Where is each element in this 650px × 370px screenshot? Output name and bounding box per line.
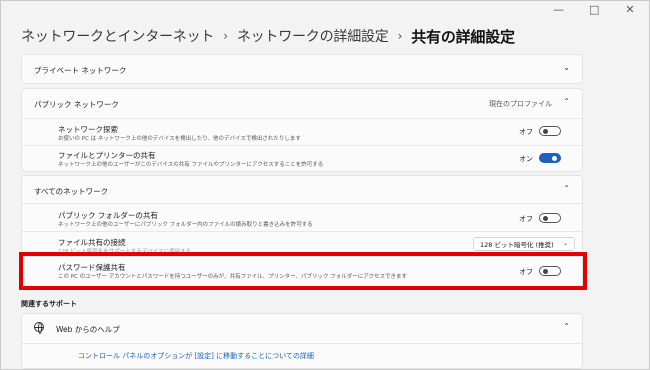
toggle-knob [552,155,557,161]
file-printer-sharing-description: ネットワーク上の他のユーザーがこのデバイスの共有 ファイルやプリンターにアクセス… [58,162,324,168]
help-from-web-title[interactable]: Web からのヘルプ [56,324,120,335]
page-title: 共有の詳細設定 [411,27,515,46]
public-network-section: パブリック ネットワーク 現在のプロファイル ⌃ ネットワーク探索 お使いの P… [21,88,583,172]
divider [22,118,582,119]
encryption-dropdown[interactable]: 128 ビット暗号化 (推奨) ⌄ [473,237,575,251]
toggle-knob [543,215,548,221]
related-support-header: 関連するサポート [21,300,77,308]
network-discovery-toggle[interactable] [539,126,561,136]
encryption-dropdown-value: 128 ビット暗号化 (推奨) [480,241,554,249]
window-controls: — □ ✕ [553,4,635,15]
chevron-down-icon: ⌄ [562,240,568,247]
chevron-up-icon[interactable]: ⌃ [563,184,570,193]
public-folder-sharing-description: ネットワーク上の他のユーザーにパブリック フォルダー内のファイルの読み取りと書き… [58,222,313,228]
control-panel-settings-link[interactable]: コントロール パネルのオプションが [設定] に移動することについての詳細 [78,351,314,361]
breadcrumb: ネットワークとインターネット › ネットワークの詳細設定 › 共有の詳細設定 [21,25,515,47]
public-folder-sharing-toggle[interactable] [539,213,561,223]
breadcrumb-advanced-network[interactable]: ネットワークの詳細設定 [237,26,389,46]
globe-icon [34,322,44,334]
all-networks-title[interactable]: すべてのネットワーク [34,186,108,197]
public-folder-sharing-state: オフ [519,215,533,223]
public-network-title[interactable]: パブリック ネットワーク [34,99,119,110]
private-network-title: プライベート ネットワーク [34,66,127,75]
divider [22,203,582,204]
minimize-icon[interactable]: — [553,4,564,15]
settings-window: — □ ✕ ネットワークとインターネット › ネットワークの詳細設定 › 共有の… [0,0,650,370]
chevron-right-icon: › [223,29,228,43]
divider [22,145,582,146]
divider [22,231,582,232]
chevron-down-icon[interactable]: ⌄ [563,63,570,72]
file-printer-sharing-toggle[interactable] [539,153,561,163]
highlight-box [19,252,587,290]
chevron-up-icon[interactable]: ⌃ [563,97,570,106]
network-discovery-description: お使いの PC は ネットワーク上の他のデバイスを検出したり、他のデバイスで検出… [58,136,301,142]
chevron-right-icon: › [397,29,403,43]
private-network-section[interactable]: プライベート ネットワーク ⌄ [21,54,583,84]
maximize-icon[interactable]: □ [589,4,599,15]
close-icon[interactable]: ✕ [625,4,635,15]
toggle-knob [543,128,548,134]
chevron-up-icon[interactable]: ⌃ [563,322,570,331]
divider [22,343,582,344]
breadcrumb-network-internet[interactable]: ネットワークとインターネット [21,26,214,46]
help-from-web-section: Web からのヘルプ ⌃ コントロール パネルのオプションが [設定] に移動す… [21,313,583,369]
current-profile-badge: 現在のプロファイル [489,100,552,108]
network-discovery-state: オフ [519,128,533,136]
file-printer-sharing-state: オン [519,155,533,163]
